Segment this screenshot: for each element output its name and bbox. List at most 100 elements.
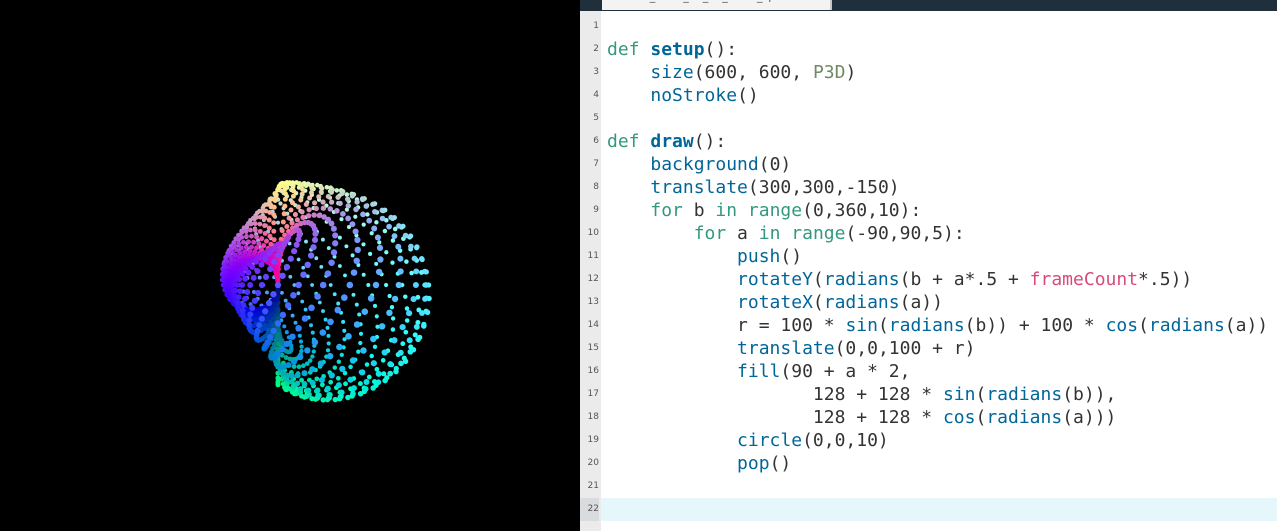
code-line[interactable]: rotateX(radians(a))	[601, 291, 1277, 314]
sketch-circle	[379, 215, 386, 222]
code-line[interactable]: size(600, 600, P3D)	[601, 61, 1277, 84]
sketch-circle	[396, 223, 402, 229]
sketch-circle	[243, 244, 249, 250]
sketch-circle	[312, 230, 319, 237]
sketch-circle	[242, 295, 248, 302]
sketch-circle	[279, 272, 286, 279]
sketch-circle	[414, 244, 420, 250]
code-token: ():	[693, 131, 727, 152]
sketch-circle	[372, 303, 378, 308]
code-line[interactable]: def setup():	[601, 38, 1277, 61]
sketch-circle	[424, 309, 431, 316]
code-token: (	[1138, 315, 1149, 336]
code-token: ()	[780, 246, 803, 267]
sketch-circle	[413, 268, 420, 275]
code-line[interactable]: r = 100 * sin(radians(b)) + 100 * cos(ra…	[601, 314, 1277, 337]
tab-sketch[interactable]: sketch_2022_02_27_circle_sphere	[602, 0, 832, 10]
sketch-circle	[404, 306, 410, 311]
code-line-text: 128 + 128 * cos(radians(a)))	[607, 406, 1116, 429]
code-line[interactable]: 128 + 128 * sin(radians(b)),	[601, 383, 1277, 406]
sketch-circle	[410, 296, 417, 303]
line-number: 14	[587, 320, 599, 330]
sketch-circle	[257, 275, 262, 280]
sketch-circle	[403, 294, 408, 299]
sketch-circle	[271, 237, 277, 243]
code-line[interactable]: rotateY(radians(b + a*.5 + frameCount*.5…	[601, 268, 1277, 291]
sketch-circle	[361, 272, 366, 277]
code-line[interactable]: fill(90 + a * 2,	[601, 360, 1277, 383]
code-line-text: noStroke()	[607, 84, 758, 107]
sketch-circle	[386, 223, 392, 230]
code-line[interactable]: translate(0,0,100 + r)	[601, 337, 1277, 360]
code-line[interactable]: def draw():	[601, 130, 1277, 153]
code-line[interactable]: for b in range(0,360,10):	[601, 199, 1277, 222]
code-line[interactable]: circle(0,0,10)	[601, 429, 1277, 452]
sketch-circle	[332, 396, 339, 403]
sketch-circle	[239, 235, 245, 240]
code-line[interactable]	[601, 475, 1277, 498]
sketch-circle	[310, 244, 317, 251]
sketch-circle	[397, 255, 404, 262]
sketch-circle	[334, 188, 340, 193]
sketch-circle	[249, 264, 256, 270]
sketch-circle	[304, 261, 311, 269]
sketch-circle	[325, 193, 331, 200]
sketch-circle	[350, 269, 358, 276]
code-line[interactable]: noStroke()	[601, 84, 1277, 107]
code-line[interactable]: for a in range(-90,90,5):	[601, 222, 1277, 245]
code-line[interactable]: 128 + 128 * cos(radians(a)))	[601, 406, 1277, 429]
sketch-circle	[370, 201, 376, 207]
code-line[interactable]: pop()	[601, 452, 1277, 475]
sketch-circle	[369, 231, 374, 236]
sketch-circle	[237, 288, 243, 295]
code-editor[interactable]: sketch_2022_02_27_circle_sphere 12345678…	[580, 0, 1277, 531]
sketch-circle	[254, 327, 261, 334]
sketch-circle	[353, 214, 358, 219]
sketch-circle	[271, 204, 277, 210]
sketch-circle	[372, 344, 378, 349]
sketch-circle	[303, 201, 309, 207]
sketch-circle	[374, 261, 379, 266]
sketch-circle	[391, 295, 399, 303]
sketch-circle	[262, 215, 268, 221]
code-line[interactable]	[601, 15, 1277, 38]
sketch-circle	[300, 271, 307, 278]
code-line-text: def setup():	[607, 38, 737, 61]
code-line[interactable]: translate(300,300,-150)	[601, 176, 1277, 199]
sketch-circle	[339, 191, 345, 197]
sketch-circle	[313, 205, 319, 212]
code-line[interactable]: background(0)	[601, 153, 1277, 176]
sketch-circle	[353, 321, 361, 328]
code-text-area[interactable]: def setup(): size(600, 600, P3D) noStrok…	[601, 11, 1277, 531]
sketch-circle	[309, 366, 316, 373]
sketch-circle	[304, 347, 311, 354]
code-line[interactable]	[601, 107, 1277, 130]
sketch-circle	[314, 256, 319, 261]
sketch-circle	[288, 378, 295, 385]
sketch-circle	[363, 203, 369, 209]
sketch-circle	[270, 291, 277, 298]
sketch-circle	[239, 271, 246, 277]
sketch-circle	[344, 196, 351, 202]
code-token: setup	[650, 39, 705, 60]
sketch-circle	[344, 192, 350, 197]
code-token: translate	[650, 177, 748, 198]
code-token: (b)) + 100	[964, 315, 1084, 336]
sketch-circle	[402, 232, 409, 239]
sketch-circle	[248, 221, 254, 227]
code-line[interactable]: push()	[601, 245, 1277, 268]
code-token: *	[1138, 269, 1149, 290]
code-line[interactable]	[601, 498, 1277, 521]
sketch-circle	[412, 281, 419, 289]
sketch-circle	[235, 294, 242, 300]
sketch-circle	[274, 252, 282, 259]
sketch-circle	[397, 268, 404, 275]
sketch-circle	[347, 376, 354, 383]
sketch-circle	[262, 255, 269, 262]
sketch-circle	[257, 221, 263, 227]
sketch-circle	[249, 304, 256, 312]
